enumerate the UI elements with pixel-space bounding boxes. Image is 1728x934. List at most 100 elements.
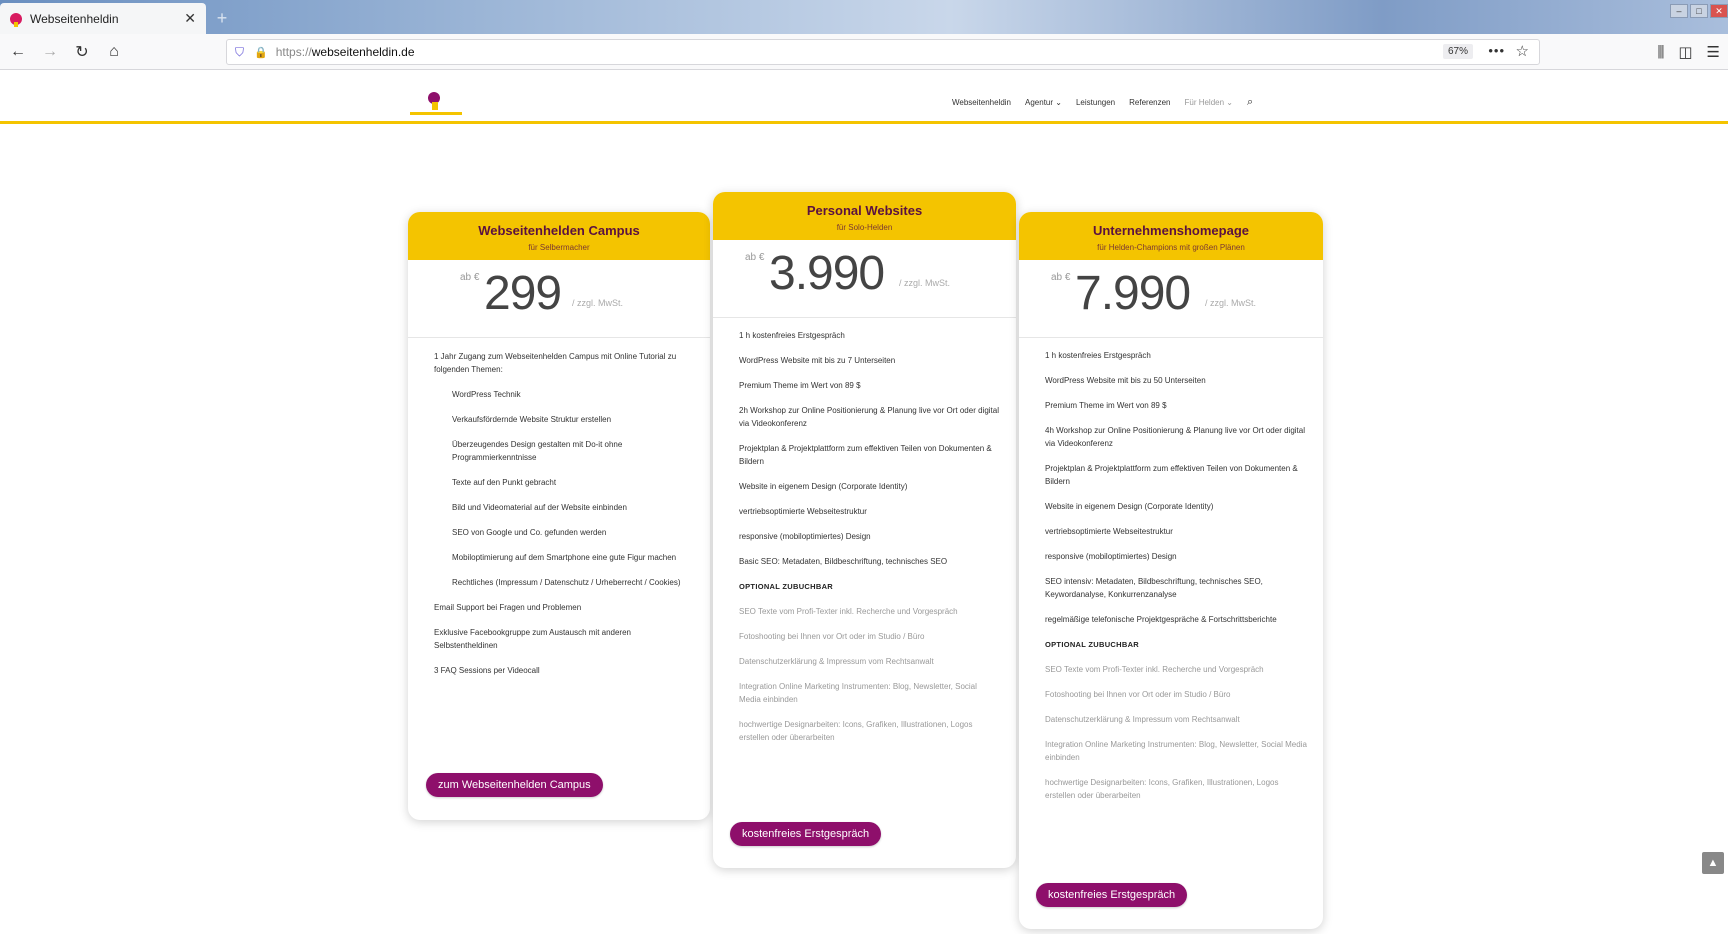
list-item: Basic SEO: Metadaten, Bildbeschriftung, … bbox=[739, 557, 948, 566]
price-suffix: / zzgl. MwSt. bbox=[899, 278, 951, 288]
list-item: SEO intensiv: Metadaten, Bildbeschriftun… bbox=[1045, 577, 1263, 599]
new-tab-icon[interactable]: + bbox=[212, 8, 232, 28]
zoom-indicator[interactable]: 67% bbox=[1442, 44, 1473, 59]
list-item: 1 Jahr Zugang zum Webseitenhelden Campus… bbox=[434, 352, 677, 374]
list-item: SEO Texte vom Profi-Texter inkl. Recherc… bbox=[739, 607, 958, 616]
hamburger-menu-icon[interactable]: ☰ bbox=[1707, 43, 1720, 61]
list-item: Überzeugendes Design gestalten mit Do-it… bbox=[452, 440, 623, 462]
list-item: Exklusive Facebookgruppe zum Austausch m… bbox=[434, 628, 631, 650]
url-bar[interactable]: ⛉ 🔒 https:// webseitenheldin.de 67% ••• … bbox=[226, 39, 1540, 65]
list-item: hochwertige Designarbeiten: Icons, Grafi… bbox=[1045, 778, 1279, 800]
list-item: Fotoshooting bei Ihnen vor Ort oder im S… bbox=[1045, 690, 1231, 699]
list-item: Mobiloptimierung auf dem Smartphone eine… bbox=[452, 553, 677, 562]
window-close-icon[interactable]: ✕ bbox=[1710, 4, 1728, 18]
nav-item-leistungen[interactable]: Leistungen bbox=[1076, 98, 1115, 109]
list-item: vertriebsoptimierte Webseitestruktur bbox=[1045, 527, 1173, 536]
browser-tab[interactable]: Webseitenheldin ✕ bbox=[0, 3, 206, 34]
search-icon[interactable]: ⌕ bbox=[1247, 96, 1253, 109]
window-controls: – □ ✕ bbox=[1670, 4, 1728, 18]
feature-list: 1 h kostenfreies Erstgespräch WordPress … bbox=[1019, 338, 1323, 802]
sidebar-icon[interactable]: ◫ bbox=[1678, 43, 1692, 61]
list-item: 4h Workshop zur Online Positionierung & … bbox=[1045, 426, 1305, 448]
campus-cta-button[interactable]: zum Webseitenhelden Campus bbox=[426, 773, 603, 797]
nav-item-webseitenheldin[interactable]: Webseitenheldin bbox=[952, 98, 1011, 109]
optional-heading: OPTIONAL ZUBUCHBAR bbox=[739, 582, 834, 591]
back-icon[interactable]: ← bbox=[4, 38, 32, 66]
url-host: webseitenheldin.de bbox=[311, 45, 415, 59]
site-logo[interactable] bbox=[410, 92, 462, 118]
list-item: Bild und Videomaterial auf der Website e… bbox=[452, 503, 627, 512]
list-item: Datenschutzerklärung & Impressum vom Rec… bbox=[1045, 715, 1240, 724]
list-item: regelmäßige telefonische Projektgespräch… bbox=[1045, 615, 1277, 624]
card-title: Personal Websites bbox=[806, 203, 923, 218]
optional-heading: OPTIONAL ZUBUCHBAR bbox=[1045, 640, 1140, 649]
price-amount: 299 bbox=[484, 267, 562, 320]
list-item: Projektplan & Projektplattform zum effek… bbox=[1045, 464, 1298, 486]
lock-icon[interactable]: 🔒 bbox=[254, 46, 268, 59]
list-item: 1 h kostenfreies Erstgespräch bbox=[739, 331, 845, 340]
list-item: 2h Workshop zur Online Positionierung & … bbox=[739, 406, 999, 428]
list-item: WordPress Technik bbox=[452, 390, 521, 399]
price-box: ab € 3.990 / zzgl. MwSt. bbox=[713, 240, 1016, 318]
list-item: WordPress Website mit bis zu 50 Untersei… bbox=[1045, 376, 1206, 385]
forward-icon[interactable]: → bbox=[36, 38, 64, 66]
list-item: Website in eigenem Design (Corporate Ide… bbox=[739, 482, 908, 491]
price-amount: 3.990 bbox=[769, 247, 885, 300]
list-item: hochwertige Designarbeiten: Icons, Grafi… bbox=[739, 720, 973, 742]
card-title: Webseitenhelden Campus bbox=[478, 223, 640, 238]
price-box: ab € 7.990 / zzgl. MwSt. bbox=[1019, 260, 1323, 338]
minimize-icon[interactable]: – bbox=[1670, 4, 1688, 18]
list-item: vertriebsoptimierte Webseitestruktur bbox=[739, 507, 867, 516]
unternehmen-cta-button[interactable]: kostenfreies Erstgespräch bbox=[1036, 883, 1188, 907]
price-amount: 7.990 bbox=[1075, 267, 1191, 320]
scroll-to-top-icon[interactable]: ▲ bbox=[1702, 852, 1724, 874]
logo-mark-accent bbox=[432, 102, 438, 110]
price-prefix: ab € bbox=[1051, 272, 1071, 283]
price-suffix: / zzgl. MwSt. bbox=[1205, 298, 1257, 308]
price-box: ab € 299 / zzgl. MwSt. bbox=[408, 260, 710, 338]
logo-wordmark bbox=[410, 112, 462, 115]
feature-list: 1 Jahr Zugang zum Webseitenhelden Campus… bbox=[408, 338, 710, 677]
list-item: WordPress Website mit bis zu 7 Unterseit… bbox=[739, 356, 896, 365]
toolbar-right: ⫼ ◫ ☰ bbox=[1657, 34, 1728, 70]
browser-tab-bar: Webseitenheldin ✕ + – □ ✕ bbox=[0, 0, 1728, 34]
nav-item-referenzen[interactable]: Referenzen bbox=[1129, 98, 1170, 109]
card-header: Unternehmenshomepage für Helden-Champion… bbox=[1019, 212, 1323, 260]
tab-close-icon[interactable]: ✕ bbox=[184, 10, 196, 27]
card-subtitle: für Selbermacher bbox=[528, 243, 590, 252]
url-protocol: https:// bbox=[275, 45, 312, 59]
tracking-shield-icon[interactable]: ⛉ bbox=[235, 45, 244, 60]
list-item: Premium Theme im Wert von 89 $ bbox=[739, 381, 861, 390]
nav-item-agentur[interactable]: Agentur ⌄ bbox=[1025, 98, 1062, 109]
price-prefix: ab € bbox=[745, 252, 765, 263]
list-item: Premium Theme im Wert von 89 $ bbox=[1045, 401, 1167, 410]
site-header: Webseitenheldin Agentur ⌄ Leistungen Ref… bbox=[0, 70, 1728, 124]
list-item: SEO Texte vom Profi-Texter inkl. Recherc… bbox=[1045, 665, 1264, 674]
personal-cta-button[interactable]: kostenfreies Erstgespräch bbox=[730, 822, 882, 846]
feature-list: 1 h kostenfreies Erstgespräch WordPress … bbox=[713, 318, 1016, 744]
list-item: responsive (mobiloptimiertes) Design bbox=[1045, 552, 1177, 561]
site-favicon-icon bbox=[10, 12, 22, 27]
price-prefix: ab € bbox=[460, 272, 480, 283]
maximize-icon[interactable]: □ bbox=[1690, 4, 1708, 18]
list-item: Verkaufsfördernde Website Struktur erste… bbox=[452, 415, 612, 424]
page-actions-icon[interactable]: ••• bbox=[1488, 43, 1505, 58]
list-item: 3 FAQ Sessions per Videocall bbox=[434, 666, 540, 675]
list-item: Datenschutzerklärung & Impressum vom Rec… bbox=[739, 657, 934, 666]
nav-item-fuer-helden[interactable]: Für Helden ⌄ bbox=[1184, 98, 1233, 109]
card-header: Webseitenhelden Campus für Selbermacher bbox=[408, 212, 710, 260]
browser-toolbar: ← → ↻ ⌂ ⛉ 🔒 https:// webseitenheldin.de … bbox=[0, 34, 1728, 70]
reload-icon[interactable]: ↻ bbox=[68, 38, 96, 66]
card-subtitle: für Helden-Champions mit großen Plänen bbox=[1097, 243, 1245, 252]
bookmark-star-icon[interactable]: ☆ bbox=[1516, 42, 1529, 60]
home-icon[interactable]: ⌂ bbox=[100, 38, 128, 66]
list-item: Integration Online Marketing Instrumente… bbox=[1045, 740, 1307, 762]
list-item: 1 h kostenfreies Erstgespräch bbox=[1045, 351, 1151, 360]
library-icon[interactable]: ⫼ bbox=[1657, 44, 1664, 61]
card-subtitle: für Solo-Helden bbox=[836, 223, 893, 232]
tab-title: Webseitenheldin bbox=[30, 11, 119, 26]
list-item: Email Support bei Fragen und Problemen bbox=[434, 603, 582, 612]
list-item: Website in eigenem Design (Corporate Ide… bbox=[1045, 502, 1214, 511]
card-title: Unternehmenshomepage bbox=[1092, 223, 1250, 238]
list-item: Rechtliches (Impressum / Datenschutz / U… bbox=[452, 578, 681, 587]
